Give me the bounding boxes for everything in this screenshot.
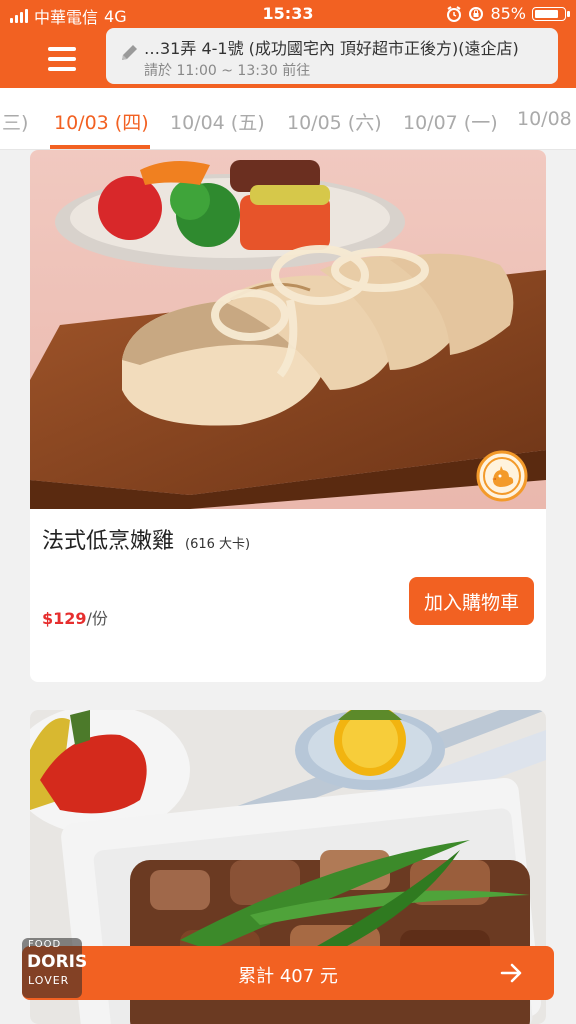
alarm-icon — [447, 5, 462, 22]
tab-date-1003[interactable]: 10/03 (四) — [54, 108, 149, 135]
pickup-time: 請於 11:00 ~ 13:30 前往 — [144, 63, 311, 79]
chick-icon — [476, 450, 528, 502]
tab-date-1008[interactable]: 10/08 — [517, 108, 572, 130]
product-photo — [30, 150, 546, 509]
tab-date-prev[interactable]: 三) — [2, 108, 28, 135]
watermark-logo: FOOD DORIS LOVER — [22, 938, 87, 998]
pencil-icon — [122, 45, 137, 60]
battery-icon — [532, 6, 570, 21]
product-calories: (616 大卡) — [185, 537, 251, 552]
app-screen: 中華電信 4G 15:33 85% …31弄 4-1號 (成功國宅內 頂好超市正… — [0, 0, 576, 1024]
tab-date-1007[interactable]: 10/07 (一) — [403, 108, 498, 135]
rotation-lock-icon — [469, 6, 484, 21]
date-tabs: 三) 10/03 (四) 10/04 (五) 10/05 (六) 10/07 (… — [0, 88, 576, 150]
battery-percent: 85% — [490, 4, 526, 23]
tab-date-1004[interactable]: 10/04 (五) — [170, 108, 265, 135]
price-amount: $129 — [42, 609, 87, 628]
arrow-right-icon[interactable] — [500, 962, 524, 984]
pickup-address-selector[interactable]: …31弄 4-1號 (成功國宅內 頂好超市正後方)(遠企店) 請於 11:00 … — [106, 28, 558, 84]
product-price: $129/份 — [42, 605, 108, 629]
status-bar: 中華電信 4G 15:33 85% — [0, 0, 576, 28]
product-title: 法式低烹嫩雞 — [42, 529, 175, 554]
top-header: 中華電信 4G 15:33 85% …31弄 4-1號 (成功國宅內 頂好超市正… — [0, 0, 576, 88]
cart-total: 累計 407 元 — [238, 966, 338, 987]
product-name: 法式低烹嫩雞 (616 大卡) — [42, 523, 250, 555]
active-tab-indicator — [50, 145, 150, 149]
cart-summary-bar[interactable]: 累計 407 元 — [22, 946, 554, 1000]
tab-date-1005[interactable]: 10/05 (六) — [287, 108, 382, 135]
hamburger-menu-icon[interactable] — [44, 44, 80, 74]
price-unit: /份 — [86, 609, 108, 628]
product-card[interactable]: 法式低烹嫩雞 (616 大卡) $129/份 加入購物車 — [30, 150, 546, 682]
add-to-cart-button[interactable]: 加入購物車 — [409, 577, 534, 625]
pickup-address: …31弄 4-1號 (成功國宅內 頂好超市正後方)(遠企店) — [144, 39, 519, 58]
